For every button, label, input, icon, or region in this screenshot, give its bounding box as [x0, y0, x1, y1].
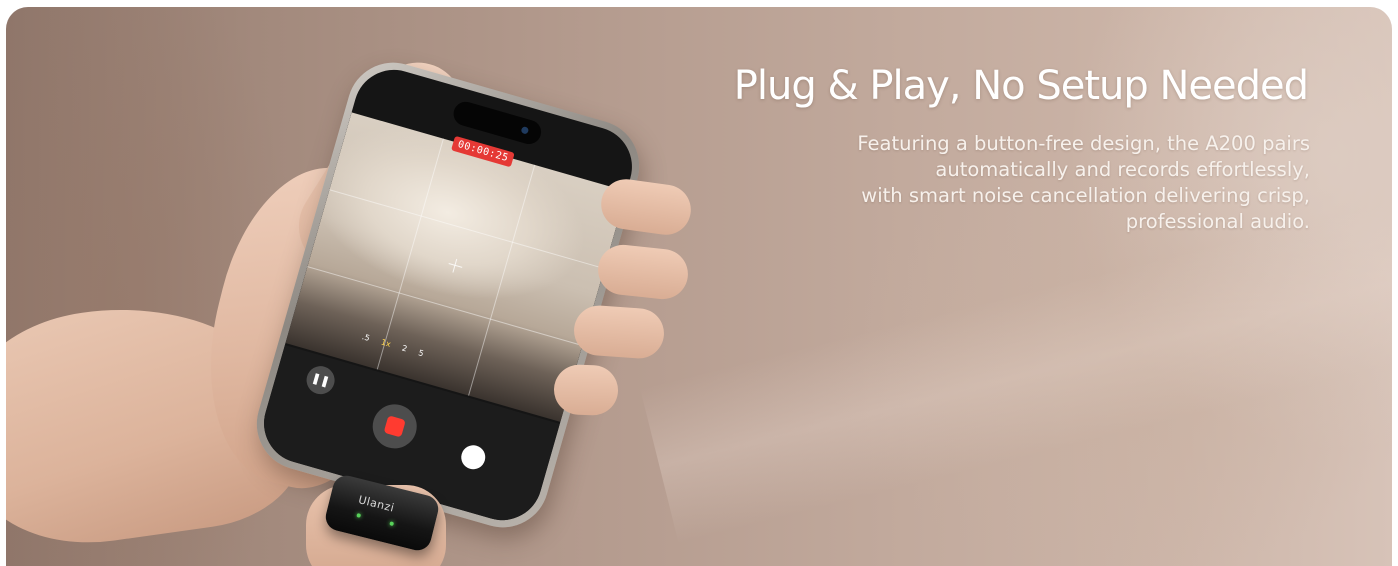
- camera-lens-icon: [520, 125, 530, 135]
- banner-description: Featuring a button-free design, the A200…: [750, 131, 1310, 235]
- description-line: Featuring a button-free design, the A200…: [857, 132, 1310, 155]
- description-line: professional audio.: [1125, 210, 1310, 233]
- shutter-icon[interactable]: [458, 442, 489, 473]
- description-line: with smart noise cancellation delivering…: [861, 184, 1310, 207]
- grid-line: [376, 138, 444, 370]
- smartphone: 00:00:25 .5 1x 2 5 ❚❚: [245, 51, 651, 539]
- grid-line: [468, 164, 536, 396]
- banner-headline: Plug & Play, No Setup Needed: [733, 63, 1309, 109]
- zoom-option[interactable]: .5: [361, 332, 371, 343]
- phone-screen: 00:00:25 .5 1x 2 5 ❚❚: [254, 60, 642, 530]
- product-banner: 00:00:25 .5 1x 2 5 ❚❚ Ulanzi Plug & Play…: [6, 7, 1392, 566]
- status-led-icon: [356, 513, 362, 518]
- finger: [572, 303, 666, 361]
- description-line: automatically and records effortlessly,: [935, 158, 1310, 181]
- grid-line: [307, 266, 583, 346]
- stop-record-icon[interactable]: [367, 399, 422, 454]
- focus-crosshair-icon: [447, 257, 464, 274]
- grid-line: [329, 189, 605, 270]
- status-led-icon: [389, 521, 395, 527]
- finger: [553, 363, 619, 417]
- finger: [595, 242, 691, 302]
- zoom-option[interactable]: 2: [401, 344, 408, 354]
- receiver-brand-logo: Ulanzi: [357, 493, 396, 515]
- pause-icon[interactable]: ❚❚: [303, 362, 338, 398]
